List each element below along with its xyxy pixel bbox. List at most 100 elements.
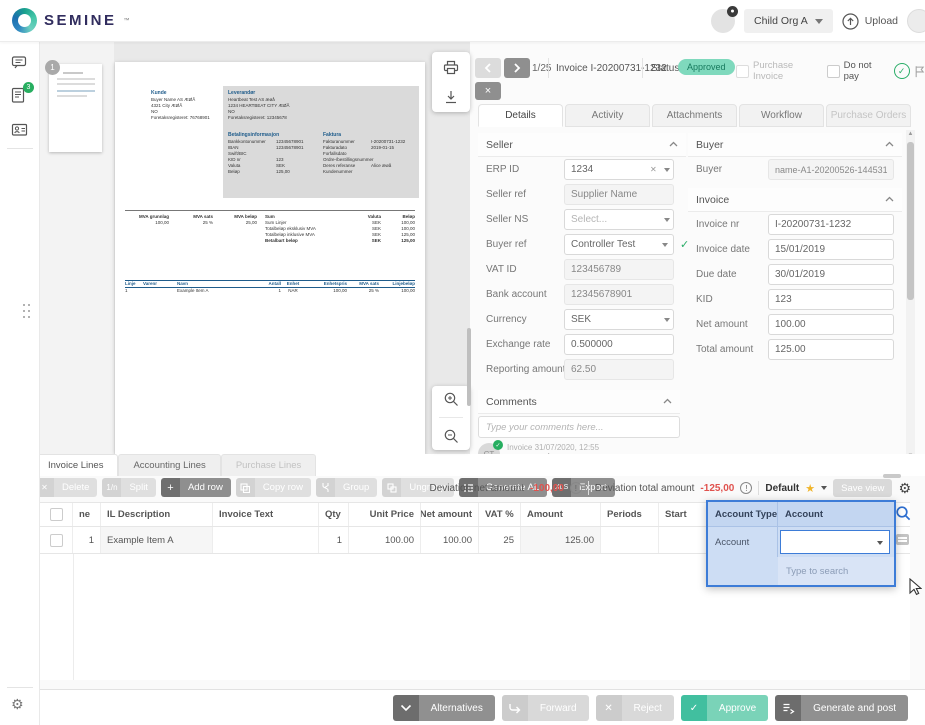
erp-id-field[interactable] bbox=[564, 159, 674, 180]
preview-scrollbar[interactable] bbox=[467, 328, 471, 406]
zoom-controls bbox=[432, 386, 470, 450]
add-row-button[interactable]: +Add row bbox=[161, 478, 231, 497]
sidebar-bottom-divider bbox=[7, 687, 33, 688]
page-thumbnail[interactable]: 1 bbox=[49, 64, 102, 152]
status-label: Status bbox=[651, 63, 679, 74]
tab-details[interactable]: Details bbox=[478, 104, 563, 127]
zoom-in-icon[interactable] bbox=[443, 391, 460, 408]
chevron-down-icon[interactable] bbox=[664, 168, 670, 172]
details-scrollbar[interactable]: ▲ ▼ bbox=[906, 130, 915, 462]
panel-resize-handle[interactable] bbox=[23, 304, 31, 320]
do-not-pay-label: Do not pay bbox=[844, 60, 884, 82]
generate-and-post-button[interactable]: Generate and post bbox=[775, 695, 908, 721]
chevron-down-icon[interactable] bbox=[662, 243, 668, 247]
chevron-down-icon[interactable] bbox=[664, 218, 670, 222]
print-icon[interactable] bbox=[442, 59, 460, 76]
seller-section-title: Seller bbox=[486, 139, 513, 151]
tab-purchase-orders: Purchase Orders bbox=[826, 104, 911, 127]
collapse-chevron-icon[interactable] bbox=[885, 195, 894, 204]
net-amount-field[interactable] bbox=[768, 314, 894, 335]
forward-button: Forward bbox=[502, 695, 589, 721]
buyer-ref-field[interactable] bbox=[564, 234, 674, 255]
tab-workflow[interactable]: Workflow bbox=[739, 104, 824, 127]
zoom-out-icon[interactable] bbox=[443, 428, 460, 445]
secondary-avatar[interactable] bbox=[907, 9, 925, 33]
exchange-rate-field[interactable] bbox=[564, 334, 674, 355]
comments-nav-icon[interactable] bbox=[11, 55, 29, 73]
comments-section: Comments bbox=[478, 390, 680, 414]
chevron-down-icon[interactable] bbox=[664, 318, 670, 322]
row-comment-icon[interactable] bbox=[896, 534, 909, 545]
settings-gear-icon[interactable]: ⚙ bbox=[11, 697, 29, 715]
do-not-pay-checkbox[interactable] bbox=[827, 65, 840, 78]
upload-button[interactable]: Upload bbox=[842, 13, 898, 30]
tasks-nav-icon[interactable]: 3 bbox=[11, 87, 29, 105]
trademark-mark: ™ bbox=[124, 18, 130, 24]
row-checkbox[interactable] bbox=[50, 534, 63, 547]
tab-attachments[interactable]: Attachments bbox=[652, 104, 737, 127]
collapse-chevron-icon[interactable] bbox=[885, 140, 894, 149]
total-amount-field[interactable] bbox=[768, 339, 894, 360]
deviation-net-label: Deviation net amount bbox=[429, 483, 524, 494]
invoice-details-panel: × 1/25 Invoice I-20200731-1232 Status Ap… bbox=[470, 42, 925, 470]
table-search-icon[interactable] bbox=[895, 505, 912, 522]
clear-icon[interactable]: ✕ bbox=[650, 165, 657, 174]
account-popup: Account Type Account Account Type to sea… bbox=[706, 500, 896, 587]
comments-section-title: Comments bbox=[486, 396, 537, 408]
chevron-down-icon bbox=[815, 19, 823, 24]
comment-input[interactable] bbox=[478, 416, 680, 438]
lines-tab-bar: Invoice Lines Accounting Lines Purchase … bbox=[40, 454, 925, 476]
group-rows-button: Group bbox=[316, 478, 377, 497]
bank-account-field bbox=[564, 284, 674, 305]
popup-row-label: Account bbox=[708, 527, 778, 557]
info-icon[interactable]: ! bbox=[570, 482, 582, 494]
popup-col-account: Account bbox=[778, 502, 894, 527]
tab-activity[interactable]: Activity bbox=[565, 104, 650, 127]
copy-icon bbox=[236, 478, 255, 497]
due-date-field[interactable] bbox=[768, 264, 894, 285]
contacts-nav-icon[interactable] bbox=[11, 122, 29, 140]
split-row-button: 1/nSplit bbox=[102, 478, 155, 497]
user-avatar[interactable]: ● bbox=[711, 9, 735, 33]
scrollbar-thumb[interactable] bbox=[907, 142, 914, 300]
approve-button[interactable]: ✓Approve bbox=[681, 695, 768, 721]
popup-col-account-type: Account Type bbox=[708, 502, 778, 527]
next-invoice-button[interactable] bbox=[504, 58, 530, 78]
invoice-nr-field[interactable] bbox=[768, 214, 894, 235]
table-settings-gear-icon[interactable]: ⚙ bbox=[898, 481, 911, 495]
close-invoice-button[interactable]: × bbox=[475, 82, 501, 100]
forward-arrow-icon bbox=[502, 695, 528, 721]
seller-ns-field[interactable] bbox=[564, 209, 674, 230]
invoice-date-field[interactable] bbox=[768, 239, 894, 260]
tasks-count-badge: 3 bbox=[23, 82, 34, 93]
app-root: SEMINE ™ ● Child Org A Upload 3 bbox=[0, 0, 925, 725]
doc-invoice-title: Faktura bbox=[323, 132, 417, 139]
previous-invoice-button[interactable] bbox=[475, 58, 501, 78]
copy-row-button: Copy row bbox=[236, 478, 311, 497]
search-hint: Type to search bbox=[778, 557, 894, 585]
flag-icon[interactable] bbox=[914, 64, 925, 79]
semine-logo: SEMINE ™ bbox=[12, 8, 130, 33]
tab-invoice-lines[interactable]: Invoice Lines bbox=[33, 454, 118, 476]
collapse-chevron-icon[interactable] bbox=[669, 140, 678, 149]
purchase-invoice-checkbox[interactable] bbox=[736, 65, 749, 78]
view-selector[interactable]: Default bbox=[765, 483, 799, 494]
thumbnail-strip: 1 bbox=[40, 42, 114, 454]
tab-accounting-lines[interactable]: Accounting Lines bbox=[118, 454, 220, 476]
account-dropdown[interactable] bbox=[780, 530, 890, 554]
x-icon: ✕ bbox=[596, 695, 622, 721]
seller-section: Seller ERP ID✕ Seller ref Seller NS Buye… bbox=[478, 133, 686, 382]
deviation-total-value: -125,00 bbox=[700, 483, 734, 494]
download-icon[interactable] bbox=[443, 89, 459, 105]
select-all-checkbox[interactable] bbox=[50, 508, 63, 521]
currency-field[interactable] bbox=[564, 309, 674, 330]
chevron-down-icon[interactable] bbox=[821, 486, 827, 490]
info-icon[interactable]: ! bbox=[740, 482, 752, 494]
collapse-chevron-icon[interactable] bbox=[663, 397, 672, 406]
org-selector[interactable]: Child Org A bbox=[744, 9, 833, 33]
page-number-badge: 1 bbox=[45, 60, 60, 75]
star-icon[interactable]: ★ bbox=[805, 482, 815, 495]
kid-field[interactable] bbox=[768, 289, 894, 310]
alternatives-button[interactable]: Alternatives bbox=[393, 695, 495, 721]
sidebar-divider bbox=[7, 148, 33, 149]
